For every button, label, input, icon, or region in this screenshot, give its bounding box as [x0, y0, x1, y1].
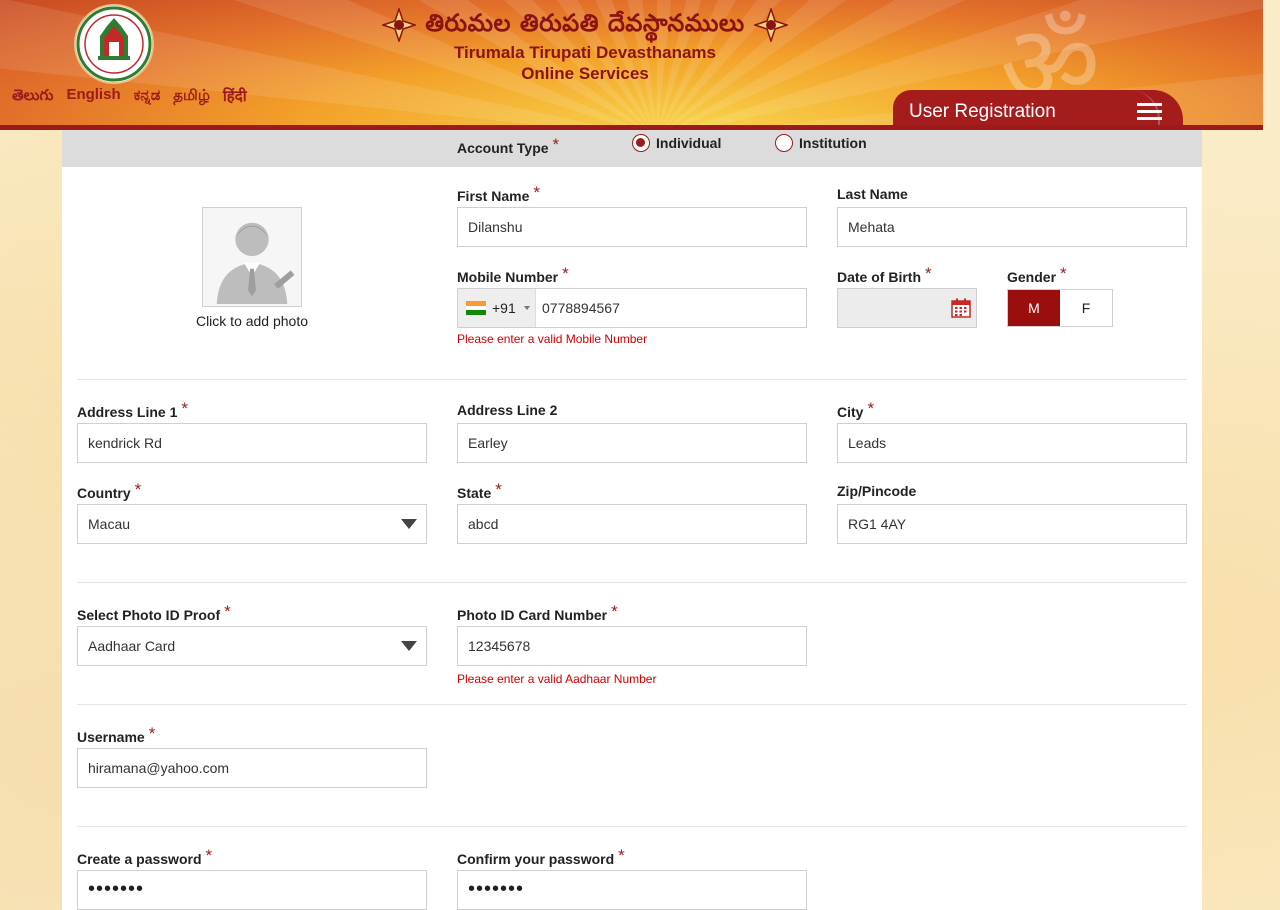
address1-label: Address Line 1 *: [77, 399, 188, 420]
page-title: User Registration: [909, 101, 1056, 122]
ornament-icon: [382, 8, 416, 42]
last-name-input[interactable]: Mehata: [837, 207, 1187, 247]
password-label: Create a password *: [77, 846, 213, 867]
dob-label: Date of Birth *: [837, 264, 932, 285]
zip-label: Zip/Pincode: [837, 483, 917, 499]
title-english-main: Tirumala Tirupati Devasthanams: [453, 43, 717, 62]
city-label: City *: [837, 399, 875, 420]
state-label: State *: [457, 480, 502, 501]
section-divider: [77, 379, 1187, 380]
account-type-row: Account Type * Individual Institution: [62, 130, 1202, 167]
radio-institution-label: Institution: [799, 135, 867, 151]
photo-id-number-error: Please enter a valid Aadhaar Number: [457, 672, 657, 686]
gender-label: Gender *: [1007, 264, 1067, 285]
country-code-text: +91: [492, 300, 516, 316]
page-tab: User Registration: [893, 90, 1183, 125]
avatar-placeholder-icon: [216, 222, 295, 305]
address2-input[interactable]: Earley: [457, 423, 807, 463]
chevron-down-icon: [523, 306, 530, 310]
city-input[interactable]: Leads: [837, 423, 1187, 463]
lang-hindi[interactable]: हिंदी: [223, 86, 247, 108]
password-input[interactable]: •••••••: [77, 870, 427, 910]
radio-institution-dot[interactable]: [775, 134, 793, 152]
zip-input[interactable]: RG1 4AY: [837, 504, 1187, 544]
photo-id-proof-label: Select Photo ID Proof *: [77, 602, 231, 623]
dropdown-caret-icon: [401, 519, 417, 529]
india-flag-icon: [466, 301, 486, 316]
radio-institution[interactable]: Institution: [775, 134, 867, 152]
title-subtitle: Online Services: [521, 64, 649, 83]
photo-upload[interactable]: [202, 207, 302, 307]
dropdown-caret-icon: [401, 641, 417, 651]
mobile-error: Please enter a valid Mobile Number: [457, 332, 648, 346]
photo-id-proof-value: Aadhaar Card: [88, 638, 176, 654]
photo-caption[interactable]: Click to add photo: [172, 313, 332, 329]
last-name-label: Last Name: [837, 186, 908, 202]
country-label: Country *: [77, 480, 142, 501]
country-select-value: Macau: [88, 516, 131, 532]
title-telugu: తిరుమల తిరుపతి దేవస్థానములు: [425, 9, 745, 37]
first-name-input[interactable]: Dilanshu: [457, 207, 807, 247]
registration-card: Account Type * Individual Institution Cli…: [62, 130, 1202, 910]
radio-individual-dot[interactable]: [632, 134, 650, 152]
photo-id-number-input[interactable]: 12345678: [457, 626, 807, 666]
dob-input[interactable]: [837, 288, 977, 328]
section-divider: [77, 582, 1187, 583]
language-switcher: తెలుగు English ಕನ್ನಡ தமிழ் हिंदी: [12, 86, 247, 108]
calendar-icon[interactable]: [951, 298, 971, 318]
confirm-password-input[interactable]: •••••••: [457, 870, 807, 910]
confirm-password-label: Confirm your password *: [457, 846, 625, 867]
site-header: ॐ తిరుమల తిరుపతి దేవస్థానములు Tirumala T…: [0, 0, 1263, 125]
country-code-selector[interactable]: +91: [458, 289, 536, 327]
ttd-logo[interactable]: [74, 4, 154, 84]
account-type-label: Account Type *: [457, 135, 560, 156]
section-divider: [77, 704, 1187, 705]
country-select[interactable]: Macau: [77, 504, 427, 544]
mobile-label: Mobile Number *: [457, 264, 569, 285]
lang-english[interactable]: English: [66, 86, 120, 108]
radio-individual-label: Individual: [656, 135, 722, 151]
gender-male-button[interactable]: M: [1008, 290, 1060, 326]
first-name-label: First Name *: [457, 183, 540, 204]
gender-female-button[interactable]: F: [1060, 290, 1112, 326]
radio-individual[interactable]: Individual: [632, 134, 721, 152]
title-english: Tirumala Tirupati Devasthanams Online Se…: [410, 42, 760, 84]
lang-telugu[interactable]: తెలుగు: [12, 86, 53, 108]
address2-label: Address Line 2: [457, 402, 558, 418]
lang-kannada[interactable]: ಕನ್ನಡ: [134, 86, 161, 108]
section-divider: [77, 826, 1187, 827]
username-input[interactable]: hiramana@yahoo.com: [77, 748, 427, 788]
ornament-icon: [754, 8, 788, 42]
gender-toggle: M F: [1007, 289, 1113, 327]
address1-input[interactable]: kendrick Rd: [77, 423, 427, 463]
lang-tamil[interactable]: தமிழ்: [173, 86, 210, 108]
username-label: Username *: [77, 724, 156, 745]
state-input[interactable]: abcd: [457, 504, 807, 544]
hamburger-icon[interactable]: [1137, 103, 1162, 120]
photo-id-number-label: Photo ID Card Number *: [457, 602, 618, 623]
photo-id-proof-select[interactable]: Aadhaar Card: [77, 626, 427, 666]
